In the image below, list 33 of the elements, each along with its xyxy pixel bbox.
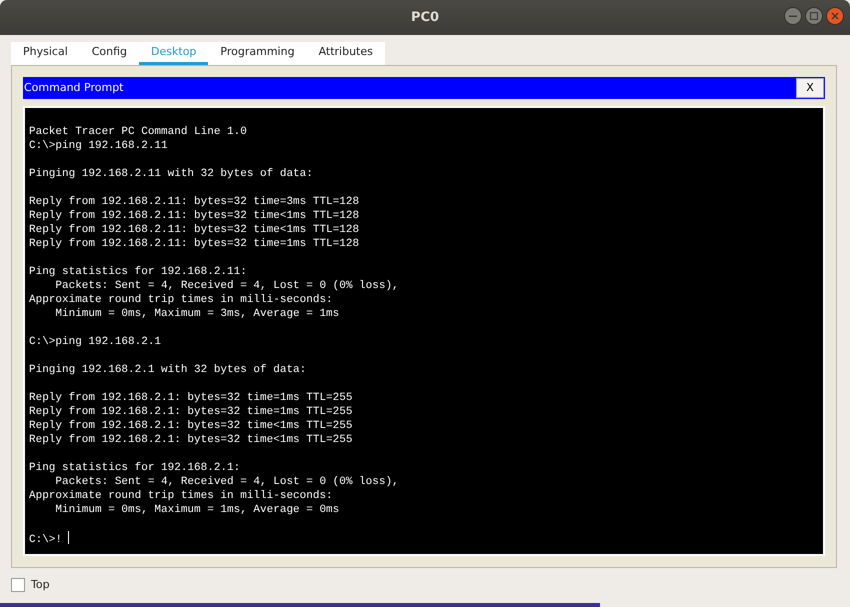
terminal-line: Pinging 192.168.2.11 with 32 bytes of data: [29, 168, 313, 180]
terminal-line: C:\>ping 192.168.2.1 [29, 336, 162, 348]
terminal-line: Reply from 192.168.2.11: bytes=32 time<1ms TTL=128 [29, 210, 360, 222]
terminal-line: Reply from 192.168.2.11: bytes=32 time=3ms TTL=128 [29, 196, 360, 208]
maximize-button[interactable] [805, 7, 823, 25]
terminal-line: Ping statistics for 192.168.2.11: [29, 266, 247, 278]
terminal-line: Packets: Sent = 4, Received = 4, Lost = 0 (0% loss), [54, 476, 399, 488]
terminal-line: Packets: Sent = 4, Received = 4, Lost = 0 (0% loss), [54, 280, 399, 292]
terminal-line: Reply from 192.168.2.11: bytes=32 time<1ms TTL=128 [29, 224, 360, 236]
close-button[interactable] [826, 7, 844, 25]
terminal-line: Reply from 192.168.2.1: bytes=32 time<1ms TTL=255 [29, 420, 352, 432]
maximize-icon [810, 12, 818, 20]
close-icon [831, 12, 839, 20]
terminal-line: Approximate round trip times in milli-seconds: [29, 294, 333, 306]
terminal-line: Reply from 192.168.2.1: bytes=32 time=1ms TTL=255 [29, 406, 352, 418]
terminal-line: Packet Tracer PC Command Line 1.0 [29, 126, 247, 138]
text-cursor [68, 531, 70, 544]
terminal-line: Reply from 192.168.2.1: bytes=32 time<1ms TTL=255 [29, 434, 352, 446]
terminal-line: Approximate round trip times in milli-seconds: [29, 490, 333, 502]
terminal-line: Minimum = 0ms, Maximum = 1ms, Average = 0ms [54, 504, 340, 516]
terminal-line: Ping statistics for 192.168.2.1: [29, 462, 240, 474]
checkbox-label: Top [31, 577, 50, 593]
terminal-line: Pinging 192.168.2.1 with 32 bytes of data: [29, 364, 306, 376]
minimize-button[interactable] [784, 7, 802, 25]
command-prompt-title: Command Prompt [23, 80, 124, 96]
window-title: PC0 [410, 8, 440, 27]
close-button[interactable]: X [796, 78, 824, 98]
top-checkbox[interactable] [11, 578, 25, 592]
terminal-line: C:\>ping 192.168.2.11 [29, 140, 168, 152]
terminal-line: Reply from 192.168.2.1: bytes=32 time=1ms TTL=255 [29, 392, 352, 404]
terminal-line: C:\>! [29, 534, 62, 546]
terminal-line: Minimum = 0ms, Maximum = 3ms, Average = 1ms [54, 308, 340, 320]
terminal-line: Reply from 192.168.2.11: bytes=32 time=1ms TTL=128 [29, 238, 360, 250]
